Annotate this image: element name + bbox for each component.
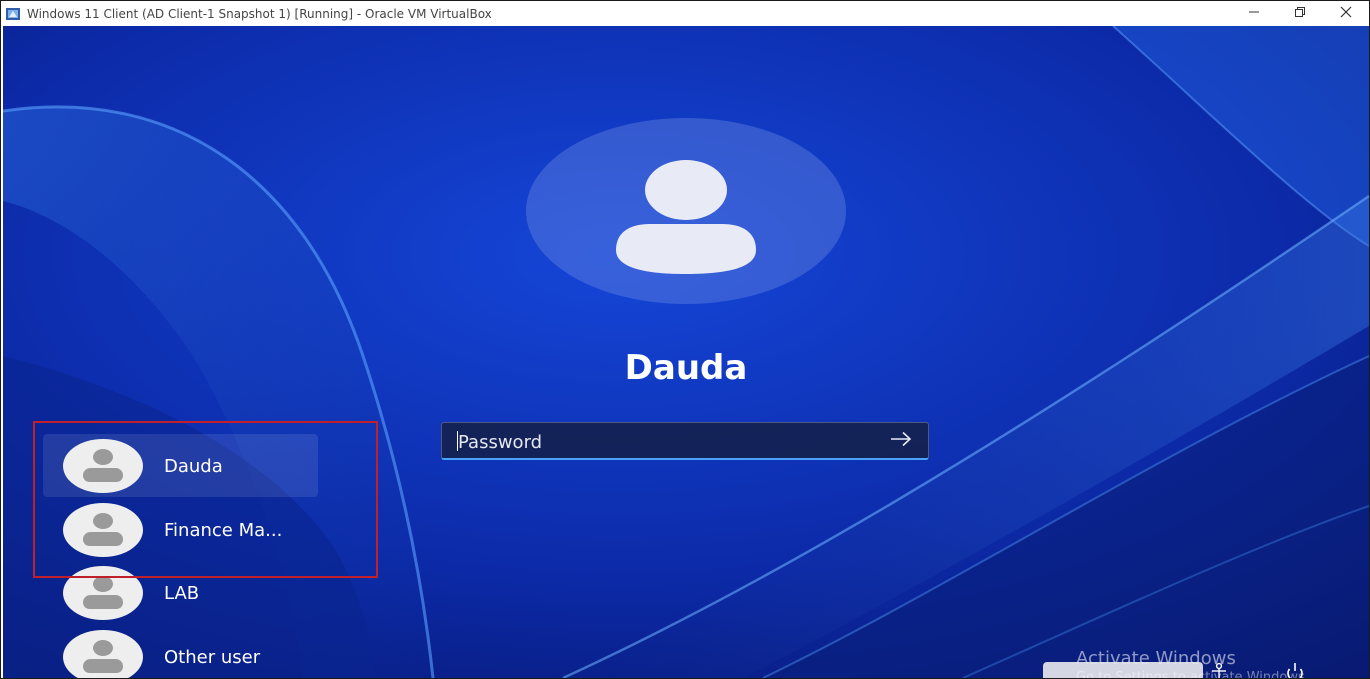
password-field-container	[441, 422, 929, 460]
selected-user-avatar	[526, 118, 846, 304]
text-caret	[457, 431, 458, 451]
title-bar: Windows 11 Client (AD Client-1 Snapshot …	[1, 1, 1369, 26]
submit-password-button[interactable]	[888, 429, 914, 453]
power-icon[interactable]	[1283, 662, 1307, 678]
activate-windows-subtitle: Go to Settings to activate Windows.	[1076, 670, 1309, 678]
selected-username: Dauda	[624, 348, 748, 388]
minimize-button[interactable]	[1231, 1, 1277, 26]
guest-screen[interactable]: Dauda Dauda Finance Ma... LAB Other user…	[3, 26, 1369, 678]
password-input[interactable]	[456, 429, 880, 455]
user-name: Other user	[164, 647, 261, 668]
close-icon	[1340, 5, 1352, 23]
accessibility-icon[interactable]	[1208, 662, 1230, 678]
minimize-icon	[1248, 5, 1260, 23]
virtualbox-window: Windows 11 Client (AD Client-1 Snapshot …	[0, 0, 1370, 679]
restore-button[interactable]	[1277, 1, 1323, 26]
annotation-highlight-box	[33, 421, 378, 578]
user-item-other-user[interactable]: Other user	[43, 625, 318, 678]
restore-icon	[1294, 5, 1306, 23]
close-button[interactable]	[1323, 1, 1369, 26]
virtualbox-icon	[5, 6, 21, 22]
window-title: Windows 11 Client (AD Client-1 Snapshot …	[27, 6, 492, 21]
arrow-right-icon	[890, 431, 912, 452]
user-icon	[610, 158, 762, 278]
user-name: LAB	[164, 583, 200, 604]
user-icon	[63, 630, 143, 678]
